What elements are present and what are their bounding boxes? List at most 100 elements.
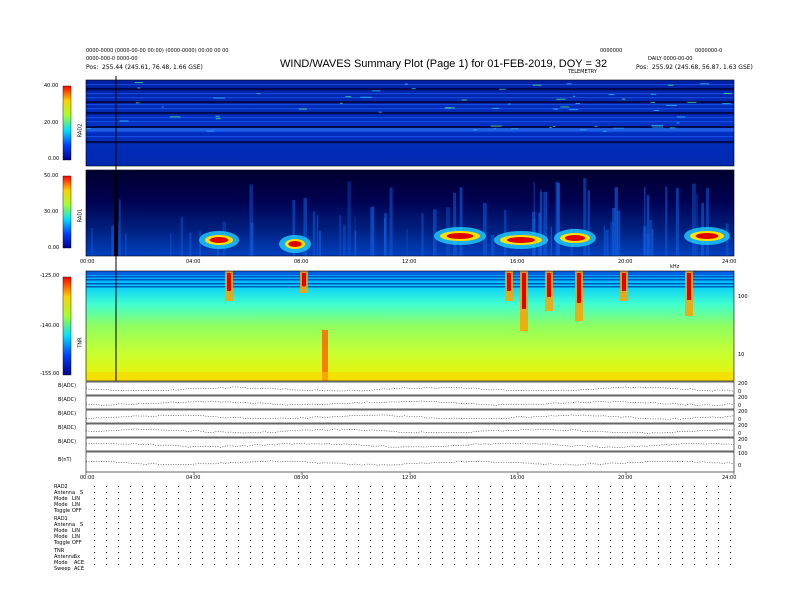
footer-dot	[598, 540, 599, 541]
tnr-right-tick-100: 100	[738, 294, 748, 300]
footer-dot	[658, 504, 659, 505]
footer-dot	[610, 510, 611, 511]
footer-dot	[610, 516, 611, 517]
footer-dot	[694, 522, 695, 523]
rad2-panel	[62, 79, 735, 167]
footer-dot	[166, 522, 167, 523]
line-panel-label-1: B(ADC)	[58, 397, 77, 403]
footer-dot	[574, 552, 575, 553]
footer-dot	[394, 504, 395, 505]
line-panel-frame	[85, 451, 735, 473]
footer-dot	[298, 486, 299, 487]
tnr-burst-core	[547, 273, 551, 297]
footer-dot	[358, 552, 359, 553]
footer-dot	[730, 564, 731, 565]
footer-dot	[514, 486, 515, 487]
rad1-tick-0: 0.00	[48, 245, 60, 251]
footer-dot	[190, 546, 191, 547]
footer-dot	[226, 552, 227, 553]
footer-dot	[682, 522, 683, 523]
footer-dot	[106, 552, 107, 553]
rad2-speck	[411, 88, 416, 90]
footer-dot	[262, 540, 263, 541]
footer-dot	[598, 534, 599, 535]
footer-dot	[634, 546, 635, 547]
footer-dot	[514, 528, 515, 529]
footer-dot	[598, 564, 599, 565]
rad2-speck	[676, 116, 686, 118]
footer-dot	[370, 510, 371, 511]
footer-dot	[226, 558, 227, 559]
footer-dot	[718, 564, 719, 565]
footer-dot	[190, 486, 191, 487]
footer-dot	[454, 510, 455, 511]
footer-dot	[730, 558, 731, 559]
footer-dot	[142, 540, 143, 541]
footer-dot	[718, 522, 719, 523]
footer-dot	[670, 510, 671, 511]
footer-dot	[574, 492, 575, 493]
footer-dot	[370, 558, 371, 559]
footer-dot	[178, 504, 179, 505]
rad2-speck	[560, 106, 570, 108]
footer-dot	[646, 498, 647, 499]
footer-dot	[118, 546, 119, 547]
footer-dot	[598, 552, 599, 553]
footer-dot	[334, 546, 335, 547]
rad1-streak	[705, 187, 709, 256]
footer-dot	[118, 498, 119, 499]
footer-dot	[478, 558, 479, 559]
footer-dot	[262, 546, 263, 547]
rad1-streak	[370, 206, 375, 256]
footer-dot	[382, 534, 383, 535]
footer-dot	[718, 516, 719, 517]
footer-dot	[310, 486, 311, 487]
rad2-speck	[676, 122, 680, 124]
footer-dot	[598, 510, 599, 511]
footer-tnr-row2-v: ACE	[74, 566, 84, 572]
footer-dot	[190, 522, 191, 523]
footer-dot	[634, 552, 635, 553]
footer-dot	[622, 516, 623, 517]
footer-dot	[682, 486, 683, 487]
rad1-streak	[543, 191, 548, 256]
footer-dot	[562, 492, 563, 493]
footer-dot	[694, 486, 695, 487]
footer-dot	[442, 540, 443, 541]
footer-dot	[358, 528, 359, 529]
footer-dot	[274, 516, 275, 517]
footer-dot	[706, 516, 707, 517]
footer-dot	[214, 510, 215, 511]
footer-dot	[670, 540, 671, 541]
footer-dot	[646, 546, 647, 547]
footer-dot	[238, 546, 239, 547]
footer-dot	[646, 486, 647, 487]
footer-dot	[514, 498, 515, 499]
rad1-streak	[675, 187, 679, 256]
footer-dot	[334, 516, 335, 517]
footer-dot	[202, 504, 203, 505]
footer-dot	[370, 546, 371, 547]
footer-dot	[526, 492, 527, 493]
footer-dot	[454, 564, 455, 565]
rad1-tick-50: 50.00	[44, 173, 59, 179]
footer-dot	[94, 516, 95, 517]
line-panel-label-5: B(nT)	[58, 457, 72, 463]
footer-dot	[538, 552, 539, 553]
rad2-speck	[650, 101, 655, 103]
footer-dot	[682, 558, 683, 559]
footer-dot	[190, 564, 191, 565]
footer-dot	[682, 516, 683, 517]
footer-dot	[202, 498, 203, 499]
rad2-speck	[378, 111, 382, 113]
footer-dot	[382, 516, 383, 517]
footer-dot	[202, 486, 203, 487]
line-panel-frame	[85, 437, 735, 452]
footer-dot	[166, 492, 167, 493]
footer-dot	[346, 522, 347, 523]
rad2-band	[86, 101, 734, 104]
footer-dot	[658, 522, 659, 523]
footer-dot	[586, 516, 587, 517]
footer-dot	[622, 510, 623, 511]
footer-dot	[238, 486, 239, 487]
